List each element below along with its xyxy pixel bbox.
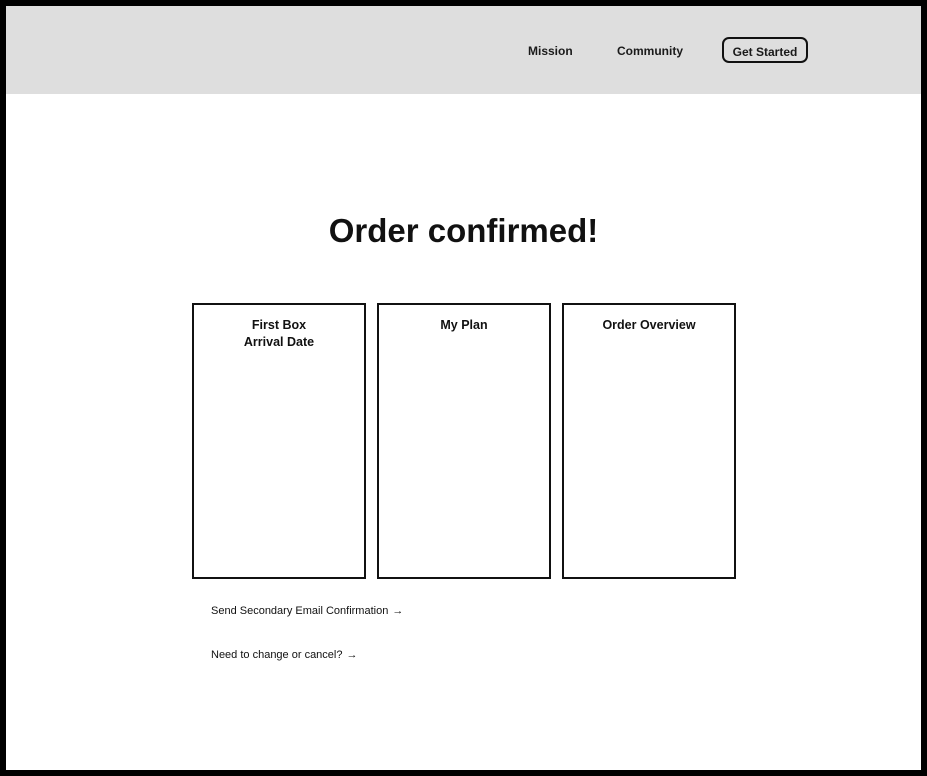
card-title: First Box Arrival Date bbox=[243, 318, 315, 349]
page-frame: Mission Community Get Started Order conf… bbox=[6, 6, 921, 770]
card-title: My Plan bbox=[440, 318, 488, 332]
nav-link-community[interactable]: Community bbox=[617, 44, 683, 58]
arrow-right-icon: → bbox=[392, 605, 404, 617]
card-my-plan: My Plan bbox=[377, 303, 551, 579]
nav-link-mission[interactable]: Mission bbox=[528, 44, 573, 58]
card-order-overview: Order Overview bbox=[562, 303, 736, 579]
top-nav: Mission Community Get Started bbox=[6, 6, 921, 94]
page-title: Order confirmed! bbox=[328, 212, 599, 249]
link-label: Send Secondary Email Confirmation bbox=[211, 605, 389, 617]
card-first-box-arrival-date: First Box Arrival Date bbox=[192, 303, 366, 579]
link-label: Need to change or cancel? bbox=[211, 649, 343, 661]
get-started-button[interactable]: Get Started bbox=[722, 37, 808, 63]
card-title: Order Overview bbox=[602, 318, 696, 332]
arrow-right-icon: → bbox=[346, 649, 358, 661]
send-secondary-email-link[interactable]: Send Secondary Email Confirmation → bbox=[211, 604, 403, 618]
change-or-cancel-link[interactable]: Need to change or cancel? → bbox=[211, 648, 357, 662]
